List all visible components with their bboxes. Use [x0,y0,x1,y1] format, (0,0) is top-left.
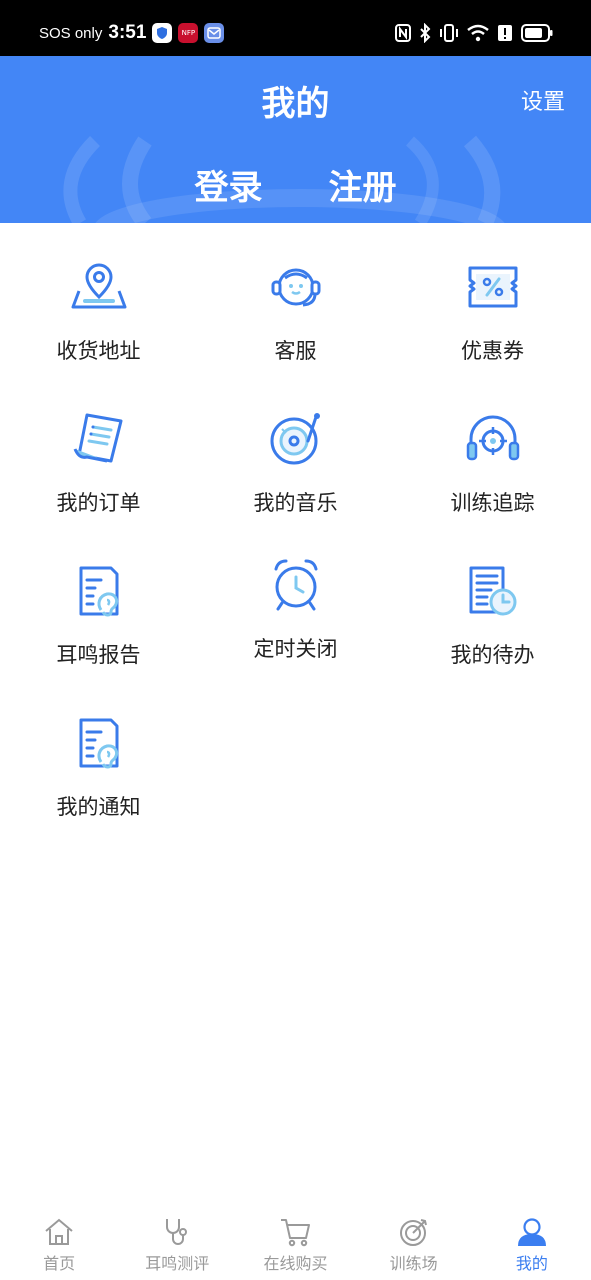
grid-item-label: 我的订单 [56,491,141,515]
carrier-text: SOS only [39,24,103,42]
vibrate-icon [439,23,459,43]
grid-item-my-todo[interactable]: 我的待办 [394,561,591,669]
grid-item-tinnitus-report[interactable]: 耳鸣报告 [0,561,197,669]
grid-item-customer-service[interactable]: 客服 [197,257,394,365]
target-icon [396,1216,432,1248]
status-bar-right [395,21,553,45]
home-icon [41,1216,77,1248]
grid-item-shipping-address[interactable]: 收货地址 [0,257,197,365]
grid-item-label: 客服 [274,339,317,363]
headset-service-icon [266,257,326,317]
battery-icon [521,24,553,42]
nfc-icon [395,24,411,42]
grid-item-label: 训练追踪 [450,491,535,515]
page-title: 我的 [261,84,330,124]
nav-item-training-ground[interactable]: 训练场 [355,1204,473,1280]
todo-document-clock-icon [463,561,523,621]
wifi-icon [467,24,489,42]
grid-item-label: 耳鸣报告 [56,643,141,667]
news-app-icon: NFP [178,23,199,43]
grid-item-my-orders[interactable]: 我的订单 [0,409,197,517]
ear-notice-icon [69,713,129,773]
clock-time: 3:51 [108,22,147,43]
cart-icon [277,1216,313,1248]
headphones-target-icon [463,409,523,469]
grid-item-label: 收货地址 [56,339,141,363]
location-map-icon [69,257,129,317]
user-icon [514,1216,550,1248]
grid-item-label: 定时关闭 [253,637,338,661]
nav-item-label: 耳鸣测评 [145,1254,210,1273]
nav-item-label: 在线购买 [263,1254,328,1273]
nav-item-home[interactable]: 首页 [0,1204,118,1280]
nav-item-label: 首页 [43,1254,76,1273]
bluetooth-icon [419,23,431,43]
grid-item-timer-off[interactable]: 定时关闭 [197,555,394,663]
grid-item-label: 我的待办 [450,643,535,667]
grid-item-my-notifications[interactable]: 我的通知 [0,713,197,821]
stethoscope-icon [159,1216,195,1248]
shield-app-icon [152,23,173,43]
alert-icon [497,24,513,42]
nav-item-label: 我的 [515,1254,548,1273]
grid-item-training-tracking[interactable]: 训练追踪 [394,409,591,517]
login-button[interactable]: 登录 [195,160,263,209]
nav-item-online-purchase[interactable]: 在线购买 [236,1204,354,1280]
bottom-navigation: 首页 耳鸣测评 在线购买 训练场 我的 [0,1204,591,1280]
status-bar: SOS only 3:51 NFP [0,0,591,56]
settings-button[interactable]: 设置 [521,84,565,116]
register-button[interactable]: 注册 [329,160,397,209]
receipt-icon [69,409,129,469]
music-disc-icon [266,409,326,469]
alarm-clock-icon [266,555,326,615]
grid-item-label: 优惠券 [461,339,524,363]
nav-item-tinnitus-assessment[interactable]: 耳鸣测评 [118,1204,236,1280]
grid-item-label: 我的通知 [56,795,141,819]
grid-item-my-music[interactable]: 我的音乐 [197,409,394,517]
nav-item-mine[interactable]: 我的 [473,1204,591,1280]
auth-row: 登录 注册 [0,160,591,209]
mail-app-icon [204,23,225,43]
status-bar-left: SOS only 3:51 NFP [39,20,225,46]
profile-header: 我的 设置 登录 注册 [0,56,591,223]
ear-report-icon [69,561,129,621]
coupon-icon [463,257,523,317]
grid-item-label: 我的音乐 [253,491,338,515]
grid-item-coupon[interactable]: 优惠券 [394,257,591,365]
nav-item-label: 训练场 [389,1254,438,1273]
